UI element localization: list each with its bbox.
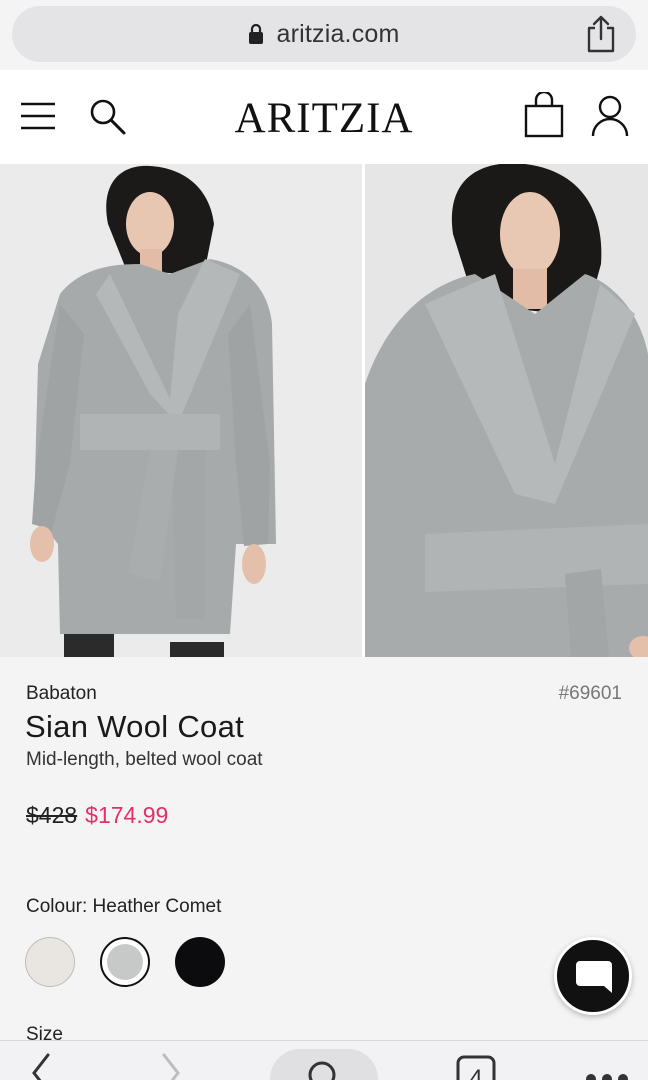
search-icon xyxy=(308,1061,336,1080)
price-row: $428 $174.99 xyxy=(26,802,168,829)
account-icon[interactable] xyxy=(588,94,632,138)
colour-label: Colour: Heather Comet xyxy=(26,896,222,917)
more-icon[interactable] xyxy=(584,1053,630,1080)
back-icon[interactable] xyxy=(30,1053,52,1080)
price-sale: $174.99 xyxy=(85,802,169,828)
tabs-icon[interactable]: 4 xyxy=(456,1053,496,1080)
product-gallery xyxy=(0,164,648,657)
product-image-closeup[interactable] xyxy=(365,164,648,657)
browser-toolbar: 4 xyxy=(0,1040,648,1080)
chat-bubble-icon xyxy=(576,961,612,993)
tab-count: 4 xyxy=(469,1065,482,1080)
product-title: Sian Wool Coat xyxy=(25,709,245,744)
colour-swatch-fill xyxy=(107,944,143,980)
product-brand[interactable]: Babaton xyxy=(26,683,97,705)
colour-swatch-black[interactable] xyxy=(175,937,225,987)
colour-swatch-ivory[interactable] xyxy=(25,937,75,987)
url-display: aritzia.com xyxy=(12,6,636,62)
product-subtitle: Mid-length, belted wool coat xyxy=(26,749,263,770)
product-image-front[interactable] xyxy=(0,164,362,657)
colour-swatch-heather-comet[interactable] xyxy=(100,937,150,987)
url-text: aritzia.com xyxy=(276,19,400,48)
price-original: $428 xyxy=(26,802,78,828)
forward-icon[interactable] xyxy=(160,1053,182,1080)
lock-icon xyxy=(249,23,264,44)
product-sku: #69601 xyxy=(558,683,622,704)
search-tab-button[interactable] xyxy=(270,1049,378,1080)
site-header: ARITZIA xyxy=(0,70,648,164)
browser-address-bar: aritzia.com xyxy=(0,0,648,70)
bag-icon[interactable] xyxy=(523,92,565,138)
chat-button[interactable] xyxy=(554,937,632,1015)
share-icon[interactable] xyxy=(584,15,618,53)
url-field[interactable]: aritzia.com xyxy=(12,6,636,62)
